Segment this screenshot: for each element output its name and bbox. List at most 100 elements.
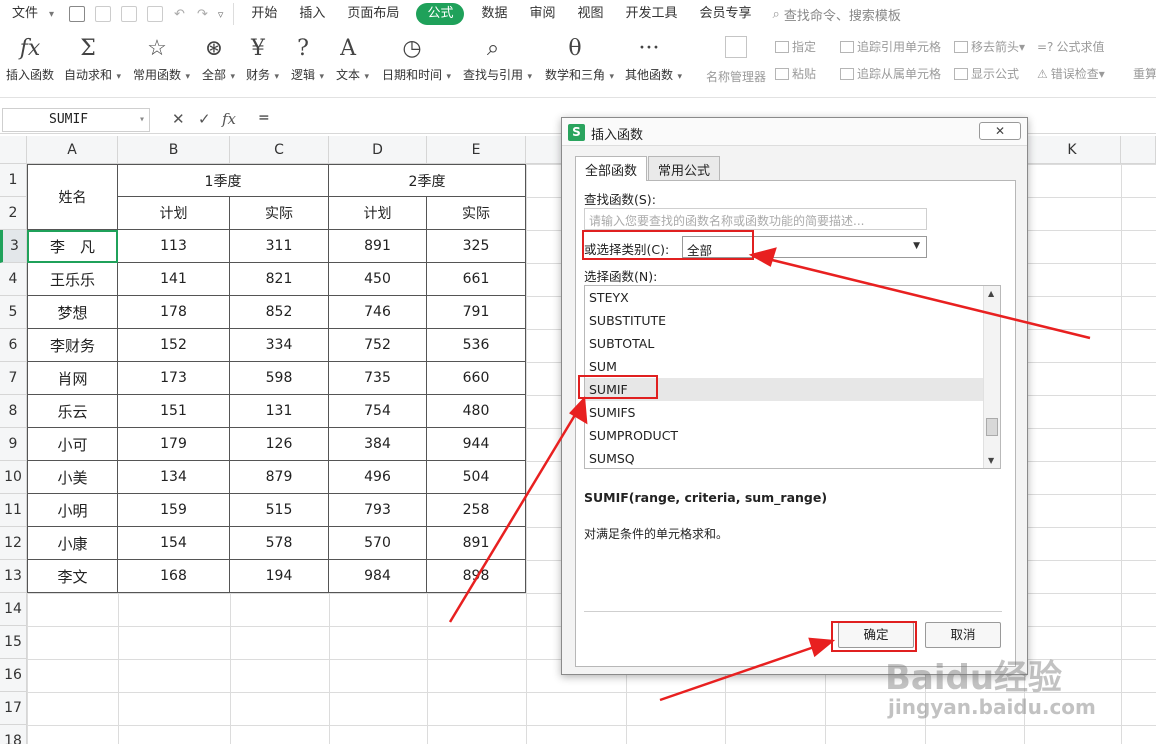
table-cell[interactable]: 小可 (27, 428, 118, 461)
table-cell[interactable]: 141 (118, 263, 230, 296)
ribbon-button-4[interactable]: ¥ 财务 ▾ (246, 34, 279, 83)
table-cell[interactable]: 梦想 (27, 296, 118, 329)
header-plan-cell[interactable]: 计划 (118, 197, 230, 230)
name-box[interactable]: SUMIF (2, 108, 150, 132)
column-header-E[interactable]: E (427, 136, 526, 164)
table-cell[interactable]: 168 (118, 560, 230, 593)
tab-common-formulas[interactable]: 常用公式 (648, 156, 721, 180)
chevron-down-icon[interactable]: ▾ (49, 9, 54, 20)
column-header-D[interactable]: D (329, 136, 427, 164)
scroll-thumb[interactable] (986, 418, 998, 436)
table-cell[interactable]: 194 (230, 560, 329, 593)
table-cell[interactable]: 450 (329, 263, 427, 296)
tab-1[interactable]: 插入 (288, 3, 336, 25)
table-cell[interactable]: 151 (118, 395, 230, 428)
column-header-B[interactable]: B (118, 136, 230, 164)
command-search-input[interactable]: 查找命令、搜索模板 (784, 5, 901, 24)
table-cell[interactable]: 311 (230, 230, 329, 263)
tab-2[interactable]: 页面布局 (336, 3, 410, 25)
format-painter-icon[interactable] (95, 6, 112, 22)
row-header-4[interactable]: 4 (0, 263, 27, 296)
row-header-13[interactable]: 13 (0, 560, 27, 593)
row-header-7[interactable]: 7 (0, 362, 27, 395)
table-cell[interactable]: 879 (230, 461, 329, 494)
paste-name-button[interactable]: 粘贴 (775, 65, 816, 82)
ribbon-button-7[interactable]: ◷ 日期和时间 ▾ (382, 34, 451, 83)
save-icon[interactable] (69, 6, 86, 22)
table-cell[interactable]: 735 (329, 362, 427, 395)
table-cell[interactable]: 852 (230, 296, 329, 329)
redo-icon[interactable]: ↷ (197, 7, 208, 22)
table-cell[interactable]: 159 (118, 494, 230, 527)
show-formulas-button[interactable]: 显示公式 (954, 65, 1019, 82)
table-cell[interactable]: 598 (230, 362, 329, 395)
recalc-button[interactable]: 重算 (1133, 65, 1156, 82)
table-cell[interactable]: 496 (329, 461, 427, 494)
row-header-3[interactable]: 3 (0, 230, 27, 263)
ribbon-button-6[interactable]: A 文本 ▾ (336, 34, 369, 83)
quick-access-dropdown-icon[interactable]: ▿ (218, 8, 224, 21)
table-cell[interactable]: 152 (118, 329, 230, 362)
row-header-5[interactable]: 5 (0, 296, 27, 329)
table-cell[interactable]: 570 (329, 527, 427, 560)
print-preview-icon[interactable] (147, 6, 164, 22)
row-header-12[interactable]: 12 (0, 527, 27, 560)
column-header-K[interactable]: K (1024, 136, 1121, 164)
row-header-1[interactable]: 1 (0, 164, 27, 197)
close-button[interactable]: ✕ (979, 122, 1021, 140)
table-cell[interactable]: 小明 (27, 494, 118, 527)
ribbon-button-9[interactable]: θ 数学和三角 ▾ (545, 34, 614, 83)
table-cell[interactable]: 179 (118, 428, 230, 461)
table-cell[interactable]: 肖网 (27, 362, 118, 395)
header-plan-cell[interactable]: 计划 (329, 197, 427, 230)
tab-8[interactable]: 会员专享 (689, 3, 763, 25)
row-header-10[interactable]: 10 (0, 461, 27, 494)
table-cell[interactable]: 126 (230, 428, 329, 461)
row-header-17[interactable]: 17 (0, 692, 27, 725)
table-cell[interactable]: 王乐乐 (27, 263, 118, 296)
table-cell[interactable]: 480 (427, 395, 526, 428)
file-menu[interactable]: 文件 (0, 3, 49, 25)
print-icon[interactable] (121, 6, 138, 22)
list-scrollbar[interactable]: ▲ ▼ (983, 286, 1000, 468)
function-item-sumifs[interactable]: SUMIFS (585, 401, 983, 424)
evaluate-formula-button[interactable]: =? 公式求值 (1037, 38, 1104, 55)
function-search-input[interactable]: 请输入您要查找的函数名称或函数功能的简要描述... (584, 208, 927, 230)
table-cell[interactable]: 李财务 (27, 329, 118, 362)
header-actual-cell[interactable]: 实际 (230, 197, 329, 230)
tab-4[interactable]: 数据 (470, 3, 518, 25)
formula-input[interactable]: = (258, 110, 270, 126)
table-cell[interactable]: 325 (427, 230, 526, 263)
column-header-A[interactable]: A (27, 136, 118, 164)
column-header[interactable] (1121, 136, 1156, 164)
cancel-formula-icon[interactable]: ✕ (172, 110, 185, 128)
tab-5[interactable]: 审阅 (518, 3, 566, 25)
table-cell[interactable]: 536 (427, 329, 526, 362)
trace-precedents-button[interactable]: 追踪引用单元格 (840, 38, 941, 55)
header-q2-cell[interactable]: 2季度 (329, 164, 526, 197)
scroll-up-icon[interactable]: ▲ (988, 289, 994, 298)
table-cell[interactable]: 154 (118, 527, 230, 560)
row-header-15[interactable]: 15 (0, 626, 27, 659)
table-cell[interactable]: 898 (427, 560, 526, 593)
table-cell[interactable]: 791 (427, 296, 526, 329)
name-manager-button[interactable]: 名称管理器 (706, 36, 766, 85)
cancel-button[interactable]: 取消 (925, 622, 1001, 648)
insert-function-icon[interactable]: fx (222, 110, 236, 128)
trace-dependents-button[interactable]: 追踪从属单元格 (840, 65, 941, 82)
error-check-button[interactable]: ⚠ 错误检查 ▾ (1037, 65, 1105, 82)
ribbon-button-2[interactable]: ☆ 常用函数 ▾ (133, 34, 190, 83)
row-header-18[interactable]: 18 (0, 725, 27, 744)
table-cell[interactable]: 小康 (27, 527, 118, 560)
table-cell[interactable]: 258 (427, 494, 526, 527)
table-cell[interactable]: 891 (427, 527, 526, 560)
scroll-down-icon[interactable]: ▼ (988, 456, 994, 465)
function-item-subtotal[interactable]: SUBTOTAL (585, 332, 983, 355)
ribbon-button-1[interactable]: Σ 自动求和 ▾ (64, 34, 121, 83)
table-cell[interactable]: 821 (230, 263, 329, 296)
column-header-C[interactable]: C (230, 136, 329, 164)
search-icon[interactable]: ⌕ (773, 7, 780, 22)
ribbon-button-0[interactable]: fx 插入函数 (6, 34, 54, 83)
row-header-9[interactable]: 9 (0, 428, 27, 461)
table-cell[interactable]: 113 (118, 230, 230, 263)
